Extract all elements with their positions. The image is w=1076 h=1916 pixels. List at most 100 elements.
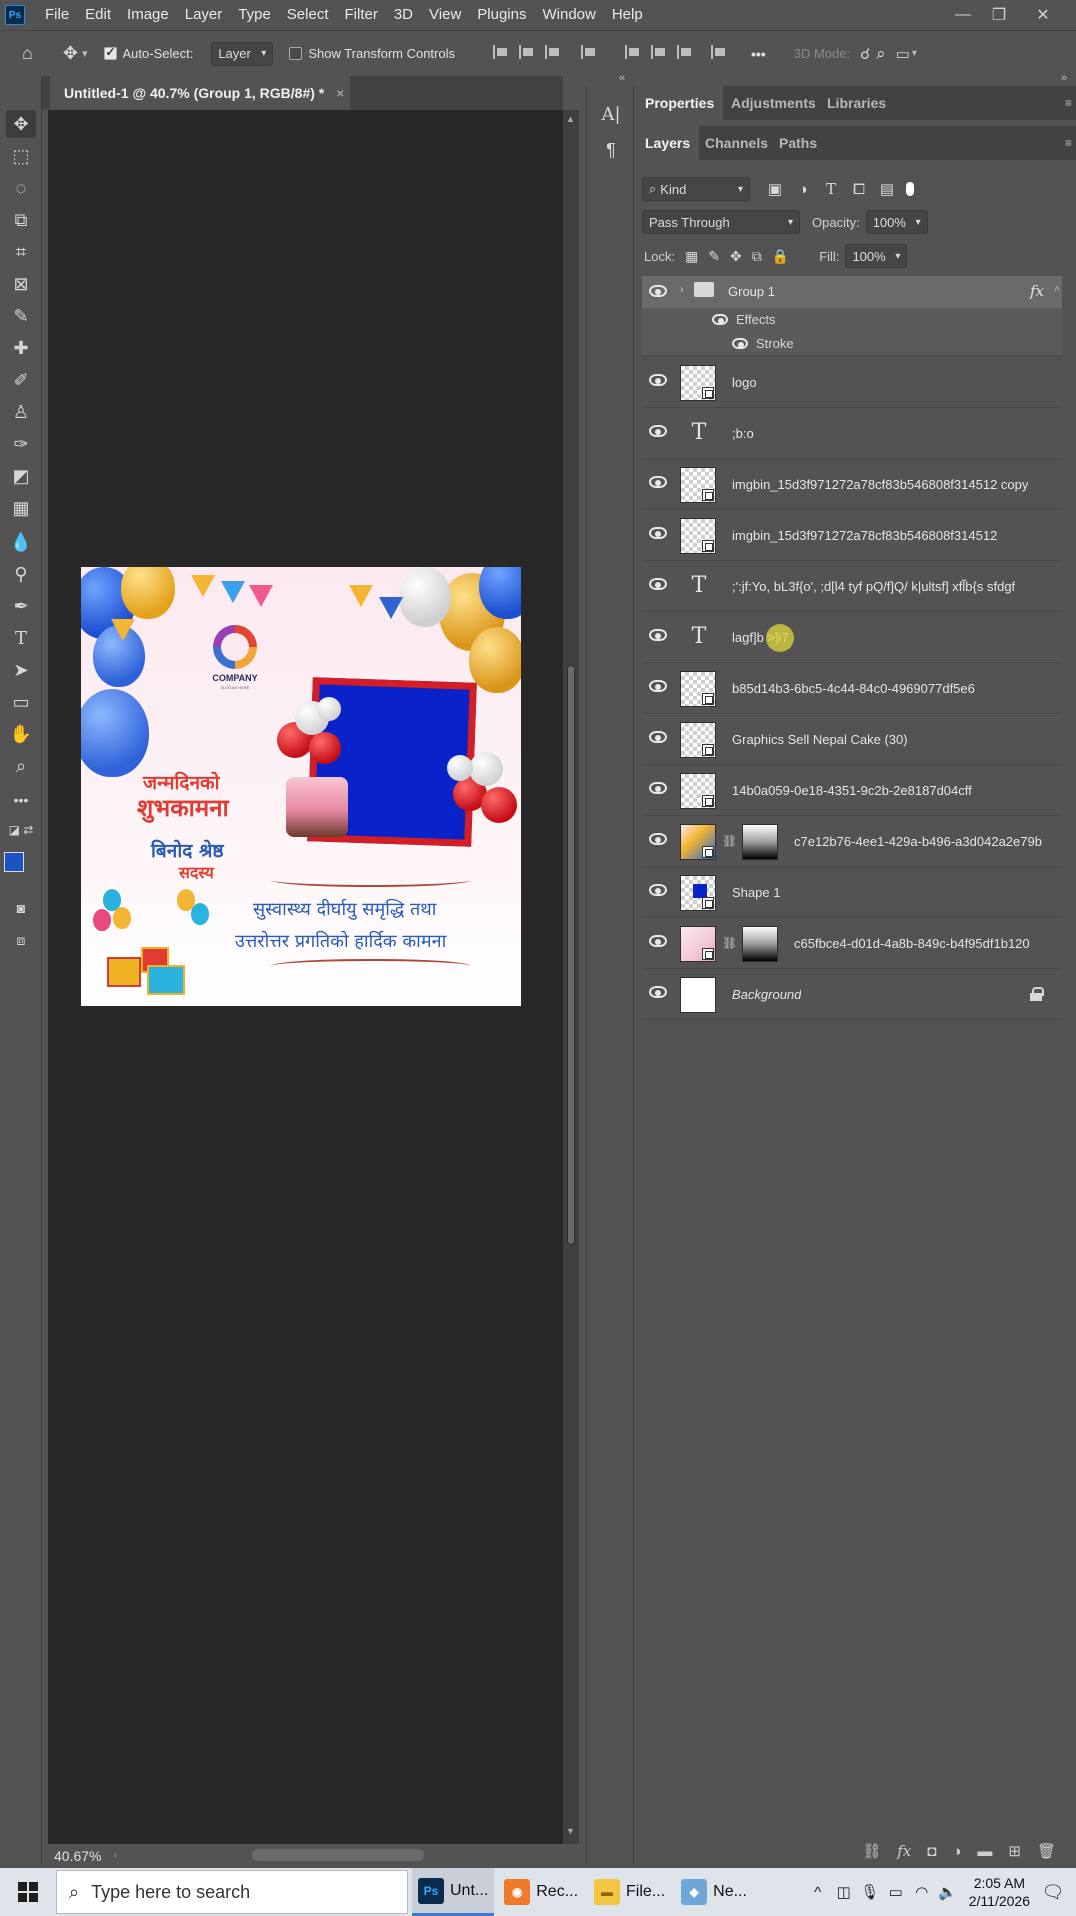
windows-start-icon[interactable] bbox=[18, 1882, 38, 1902]
layer-mask-thumbnail[interactable] bbox=[742, 926, 778, 962]
home-icon[interactable]: ⌂ bbox=[22, 43, 33, 64]
scroll-up-icon[interactable]: ▲ bbox=[566, 114, 575, 124]
new-adjustment-icon[interactable]: ◑ bbox=[952, 1843, 961, 1860]
layer-row-masked[interactable]: ⛓ c7e12b76-4ee1-429a-b496-a3d042a2e79b bbox=[642, 816, 1062, 867]
distribute-vertical-icon[interactable] bbox=[705, 45, 731, 62]
layer-row-shape[interactable]: Shape 1 bbox=[642, 867, 1062, 918]
group-expand-chevron-icon[interactable]: › bbox=[680, 284, 684, 296]
panel-menu-icon[interactable]: ≡ bbox=[1065, 96, 1072, 110]
fx-chevron-icon[interactable]: ˄ bbox=[1054, 284, 1060, 295]
hand-tool-icon[interactable]: ✋ bbox=[6, 720, 36, 748]
add-mask-icon[interactable]: ◘ bbox=[927, 1843, 936, 1860]
clone-stamp-tool-icon[interactable]: ♙ bbox=[6, 398, 36, 426]
move-tool-icon[interactable]: ✥ bbox=[63, 43, 78, 64]
layer-row-smart[interactable]: Graphics Sell Nepal Cake (30) bbox=[642, 714, 1062, 765]
layer-row-smart[interactable]: b85d14b3-6bc5-4c44-84c0-4969077df5e6 bbox=[642, 663, 1062, 714]
fx-icon[interactable]: fx bbox=[1030, 282, 1044, 300]
type-filter-icon[interactable]: T bbox=[820, 178, 842, 200]
align-left-icon[interactable] bbox=[487, 45, 513, 62]
horizontal-scroll-thumb[interactable] bbox=[252, 1849, 424, 1861]
tab-channels[interactable]: Channels bbox=[696, 126, 777, 160]
stroke-effect-row[interactable]: Stroke bbox=[642, 332, 1062, 356]
menu-edit[interactable]: Edit bbox=[77, 0, 119, 30]
lock-paint-icon[interactable]: ✎ bbox=[708, 248, 720, 265]
layer-row-text[interactable]: T ;':jf:Yo, bL3f{o', ;d[l4 tyf pQ/f]Q/ k… bbox=[642, 561, 1062, 612]
move-tool-icon[interactable]: ✥ bbox=[6, 110, 36, 138]
edit-toolbar-icon[interactable]: ••• bbox=[6, 786, 36, 814]
wifi-icon[interactable]: ◠ bbox=[909, 1883, 935, 1901]
blur-tool-icon[interactable]: 💧 bbox=[6, 528, 36, 556]
lock-all-icon[interactable]: 🔒 bbox=[772, 248, 789, 265]
blend-mode-dropdown[interactable]: Pass Through ▾ bbox=[642, 210, 800, 234]
layer-row-group[interactable]: › Group 1 fx ˄ bbox=[642, 276, 1062, 308]
paragraph-panel-icon[interactable]: ¶ bbox=[599, 138, 623, 162]
menu-plugins[interactable]: Plugins bbox=[469, 0, 534, 30]
auto-select-target-dropdown[interactable]: Layer ▾ bbox=[211, 41, 274, 66]
visibility-eye-icon[interactable] bbox=[649, 629, 667, 641]
battery-icon[interactable]: ▭ bbox=[883, 1883, 909, 1901]
zoom-level[interactable]: 40.67% bbox=[54, 1848, 101, 1864]
new-layer-icon[interactable]: ⊞ bbox=[1008, 1842, 1021, 1860]
layers-menu-icon[interactable]: ≡ bbox=[1065, 136, 1072, 150]
menu-file[interactable]: File bbox=[37, 0, 77, 30]
pixel-filter-icon[interactable]: ▣ bbox=[764, 178, 786, 200]
history-brush-tool-icon[interactable]: ✑ bbox=[6, 430, 36, 458]
visibility-eye-icon[interactable] bbox=[649, 731, 667, 743]
menu-view[interactable]: View bbox=[421, 0, 469, 30]
scroll-down-icon[interactable]: ▼ bbox=[566, 1826, 575, 1836]
more-options-button[interactable]: ••• bbox=[751, 46, 766, 62]
close-window-icon[interactable]: ✕ bbox=[1024, 0, 1062, 30]
menu-type[interactable]: Type bbox=[230, 0, 279, 30]
visibility-eye-icon[interactable] bbox=[649, 935, 667, 947]
align-middle-icon[interactable] bbox=[645, 45, 671, 62]
fill-field[interactable]: 100% ▾ bbox=[845, 244, 908, 268]
close-tab-icon[interactable]: × bbox=[336, 85, 344, 101]
visibility-eye-icon[interactable] bbox=[649, 986, 667, 998]
crop-tool-icon[interactable]: ⌗ bbox=[6, 238, 36, 266]
lasso-tool-icon[interactable]: ◌ bbox=[6, 174, 36, 202]
foreground-color-swatch[interactable] bbox=[4, 852, 24, 872]
status-arrow-icon[interactable]: ‹ bbox=[113, 1850, 117, 1862]
mask-link-icon[interactable]: ⛓ bbox=[722, 834, 737, 848]
layer-row-smart[interactable]: imgbin_15d3f971272a78cf83b546808f314512 … bbox=[642, 459, 1062, 510]
mask-link-icon[interactable]: ⛓ bbox=[722, 936, 737, 950]
menu-help[interactable]: Help bbox=[604, 0, 651, 30]
volume-icon[interactable]: 🔈 bbox=[935, 1883, 961, 1901]
tab-libraries[interactable]: Libraries bbox=[818, 86, 895, 120]
healing-brush-tool-icon[interactable]: ✚ bbox=[6, 334, 36, 362]
birthday-artwork[interactable]: COMPANY SLOGAN HERE जन्मदिनको शुभकामना ब… bbox=[81, 567, 521, 1006]
lock-transparent-icon[interactable]: ▦ bbox=[685, 248, 698, 265]
shape-filter-icon[interactable]: ⧠ bbox=[848, 178, 870, 200]
marquee-tool-icon[interactable]: ⬚ bbox=[6, 142, 36, 170]
dock-collapse-icon[interactable]: « bbox=[614, 72, 630, 86]
menu-image[interactable]: Image bbox=[119, 0, 177, 30]
show-hidden-icons-icon[interactable]: ^ bbox=[805, 1884, 831, 1901]
layer-row-text[interactable]: T lagf]b >]i7 bbox=[642, 612, 1062, 663]
auto-select-checkbox[interactable]: Auto-Select: bbox=[103, 45, 193, 61]
align-top-icon[interactable] bbox=[619, 45, 645, 62]
visibility-eye-icon[interactable] bbox=[649, 833, 667, 845]
link-layers-icon[interactable]: ⛓ bbox=[862, 1842, 881, 1860]
effects-row[interactable]: Effects bbox=[642, 308, 1062, 332]
menu-window[interactable]: Window bbox=[534, 0, 603, 30]
brush-tool-icon[interactable]: ✐ bbox=[6, 366, 36, 394]
dodge-tool-icon[interactable]: ⚲ bbox=[6, 560, 36, 588]
visibility-eye-icon[interactable] bbox=[649, 476, 667, 488]
layer-row-masked[interactable]: ⛓ c65fbce4-d01d-4a8b-849c-b4f95df1b120 bbox=[642, 918, 1062, 969]
frame-tool-icon[interactable]: ⊠ bbox=[6, 270, 36, 298]
align-bottom-icon[interactable] bbox=[671, 45, 697, 62]
search-icon[interactable]: ⌕ bbox=[876, 44, 886, 64]
visibility-eye-icon[interactable] bbox=[649, 285, 667, 297]
visibility-eye-icon[interactable] bbox=[649, 527, 667, 539]
add-style-icon[interactable]: fx bbox=[897, 1842, 911, 1860]
stroke-eye-icon[interactable] bbox=[732, 338, 748, 349]
visibility-eye-icon[interactable] bbox=[649, 425, 667, 437]
menu-select[interactable]: Select bbox=[279, 0, 337, 30]
visibility-eye-icon[interactable] bbox=[649, 782, 667, 794]
character-panel-icon[interactable]: A| bbox=[599, 102, 623, 126]
panel-collapse-icon[interactable]: » bbox=[1056, 72, 1072, 86]
rectangle-tool-icon[interactable]: ▭ bbox=[6, 688, 36, 716]
effects-eye-icon[interactable] bbox=[712, 314, 728, 325]
visibility-eye-icon[interactable] bbox=[649, 680, 667, 692]
tab-properties[interactable]: Properties bbox=[636, 86, 724, 120]
